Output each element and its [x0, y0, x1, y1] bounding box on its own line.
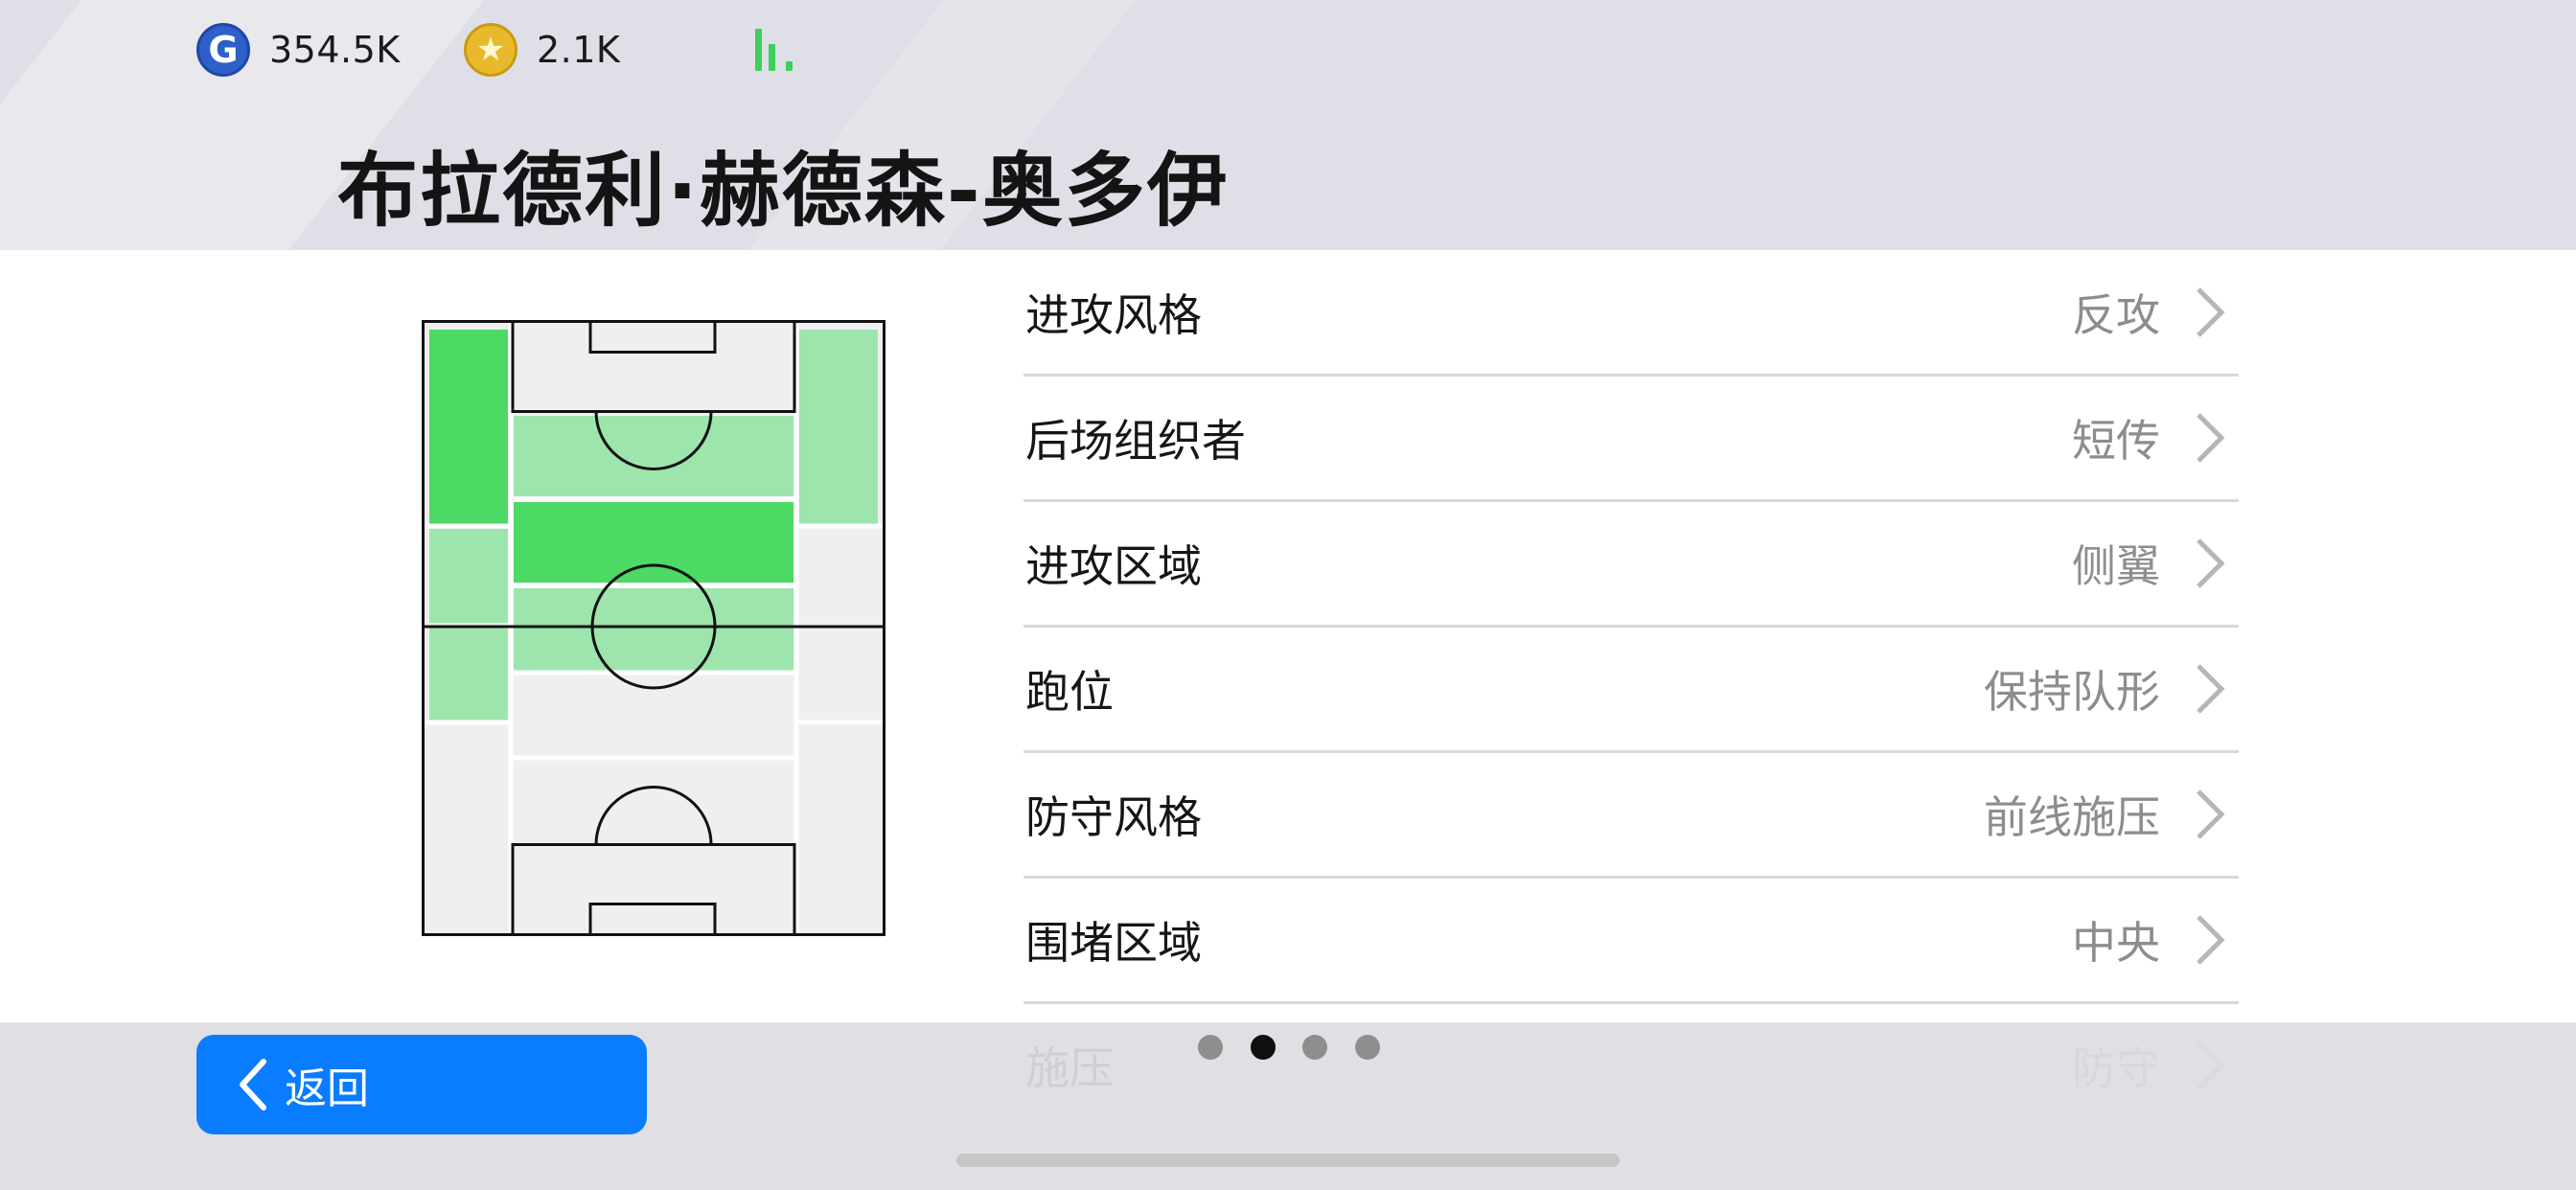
chevron-right-icon: [2196, 413, 2225, 463]
setting-label: 进攻区域: [1025, 540, 1202, 592]
setting-value: 侧翼: [2072, 540, 2160, 592]
pitch-diagram: [422, 320, 886, 936]
setting-containment-area[interactable]: 围堵区域 中央: [1024, 879, 2239, 1004]
zone-right-mid: [799, 529, 878, 623]
zone-center-mid: [514, 588, 794, 671]
setting-value: 保持队形: [1984, 666, 2160, 718]
setting-value: 短传: [2072, 415, 2160, 467]
zone-left-top: [429, 330, 508, 524]
setting-value: 反攻: [2072, 289, 2160, 341]
setting-defensive-style[interactable]: 防守风格 前线施压: [1024, 753, 2239, 879]
zone-right-top: [799, 330, 878, 524]
tactics-settings-list: 进攻风格 反攻 后场组织者 短传 进攻区域 侧翼 跑位 保持队形 防守风格 前线…: [1024, 251, 2239, 1130]
star-coin-icon: ★: [464, 23, 518, 77]
page-dot-active[interactable]: [1250, 1035, 1276, 1060]
setting-value: 中央: [2072, 917, 2160, 969]
chevron-left-icon: [240, 1059, 266, 1110]
back-button[interactable]: 返回: [196, 1035, 647, 1134]
chevron-right-icon: [2196, 664, 2225, 714]
setting-positioning[interactable]: 跑位 保持队形: [1024, 628, 2239, 753]
page-indicator: [1198, 1033, 1380, 1062]
gp-currency: G 354.5K: [196, 21, 401, 79]
back-label: 返回: [285, 1064, 369, 1113]
chevron-right-icon: [2196, 915, 2225, 965]
setting-attacking-area[interactable]: 进攻区域 侧翼: [1024, 502, 2239, 628]
page-dot[interactable]: [1198, 1035, 1223, 1060]
page-dot[interactable]: [1302, 1035, 1328, 1060]
chevron-right-icon: [2196, 790, 2225, 839]
setting-label: 防守风格: [1025, 791, 1202, 843]
gp-coin-icon: G: [196, 23, 250, 77]
player-name: 布拉德利·赫德森-奥多伊: [337, 144, 1230, 238]
chevron-right-icon: [2196, 287, 2225, 337]
zone-center-upper: [514, 416, 794, 496]
coin-currency: ★ 2.1K: [464, 21, 620, 79]
coin-amount: 2.1K: [537, 29, 621, 71]
chevron-right-icon: [2196, 538, 2225, 588]
setting-label: 后场组织者: [1025, 415, 1246, 467]
setting-build-up[interactable]: 后场组织者 短传: [1024, 377, 2239, 502]
setting-label: 进攻风格: [1025, 289, 1202, 341]
setting-value: 前线施压: [1984, 791, 2160, 843]
header: G 354.5K ★ 2.1K 布拉德利·赫德森-奥多伊: [0, 0, 2576, 250]
zone-center-high: [514, 502, 794, 583]
page-dot[interactable]: [1354, 1035, 1380, 1060]
gp-amount: 354.5K: [269, 29, 401, 71]
pitch-map: [422, 320, 886, 936]
zone-left-mid: [429, 529, 508, 623]
signal-bars-icon: [753, 25, 801, 71]
home-indicator[interactable]: [956, 1154, 1620, 1167]
setting-label: 围堵区域: [1025, 917, 1202, 969]
team-plan-screen: G 354.5K ★ 2.1K 布拉德利·赫德森-奥多伊 进攻风格 反攻 后场组…: [0, 0, 2576, 1190]
setting-attacking-style[interactable]: 进攻风格 反攻: [1024, 251, 2239, 377]
setting-label: 跑位: [1025, 666, 1114, 718]
zone-left-lower: [429, 626, 508, 724]
